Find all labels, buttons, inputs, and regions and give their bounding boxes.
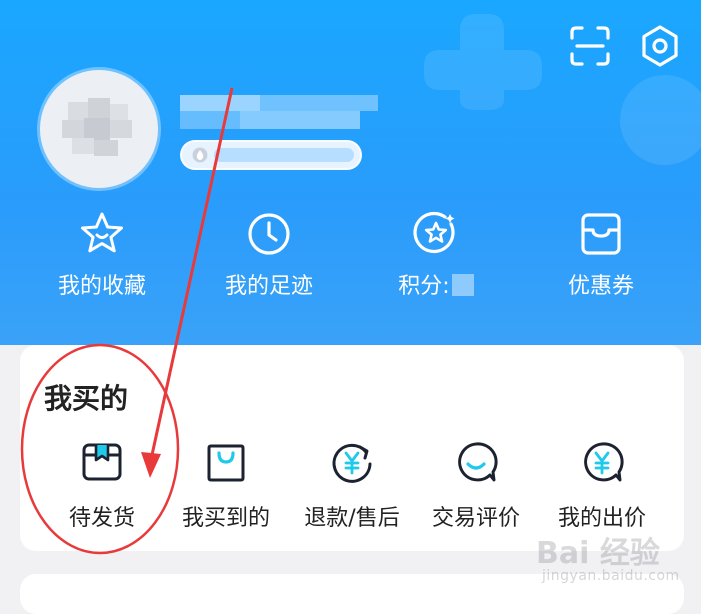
points-icon [413,211,455,254]
clock-icon [248,213,290,255]
avatar-mosaic [62,98,132,156]
quick-favorites-label: 我的收藏 [57,274,146,299]
order-refund[interactable]: 退款/售后 [282,440,422,532]
bid-yen-icon [584,442,624,482]
settings-gear-icon [642,25,678,67]
quick-coupons-label: 优惠券 [567,274,634,299]
order-review-label: 交易评价 [431,506,520,531]
order-my-bids[interactable]: 我的出价 [532,440,672,532]
order-to-ship[interactable]: 待发货 [32,440,172,532]
order-refund-label: 退款/售后 [304,506,400,531]
coupon-icon [581,213,621,255]
review-chat-icon [458,442,498,482]
quick-points[interactable]: 积分: [366,210,506,310]
drop-icon [192,147,208,163]
level-text-redacted [214,148,354,162]
shopping-bag-icon [207,444,245,482]
user-level-badge[interactable] [180,140,362,170]
package-icon [82,443,122,481]
baidu-jingyan-watermark: Bai 经验 jingyan.baidu.com [536,528,696,594]
quick-coupons[interactable]: 优惠券 [531,210,671,310]
settings-button[interactable] [638,24,682,68]
decor-circle [620,75,701,165]
order-bought-label: 我买到的 [181,506,270,531]
scan-button[interactable] [568,24,612,68]
decor-plus-shape [424,14,542,110]
username-redacted [180,95,378,129]
profile-header: 我的收藏 我的足迹 积分: 优惠券 [0,0,701,345]
points-label-text: 积分: [398,274,450,299]
quick-favorites[interactable]: 我的收藏 [32,210,172,310]
quick-points-label: 积分: [366,268,506,300]
section-title: 我买的 [44,382,129,415]
refund-yen-icon [332,443,372,483]
order-to-ship-label: 待发货 [68,506,135,531]
my-purchases-card: 我买的 待发货 我买到的 退款/售后 交易评价 我的出价 [20,345,684,551]
order-bought[interactable]: 我买到的 [156,440,296,532]
star-icon [81,212,123,253]
watermark-site: jingyan.baidu.com [542,568,680,584]
order-review[interactable]: 交易评价 [406,440,546,532]
scan-icon [570,26,610,66]
quick-footprints[interactable]: 我的足迹 [199,210,339,310]
avatar[interactable] [40,70,158,188]
watermark-brand: Bai 经验 [536,536,660,571]
quick-footprints-label: 我的足迹 [224,274,313,299]
points-value-redacted [451,274,474,296]
